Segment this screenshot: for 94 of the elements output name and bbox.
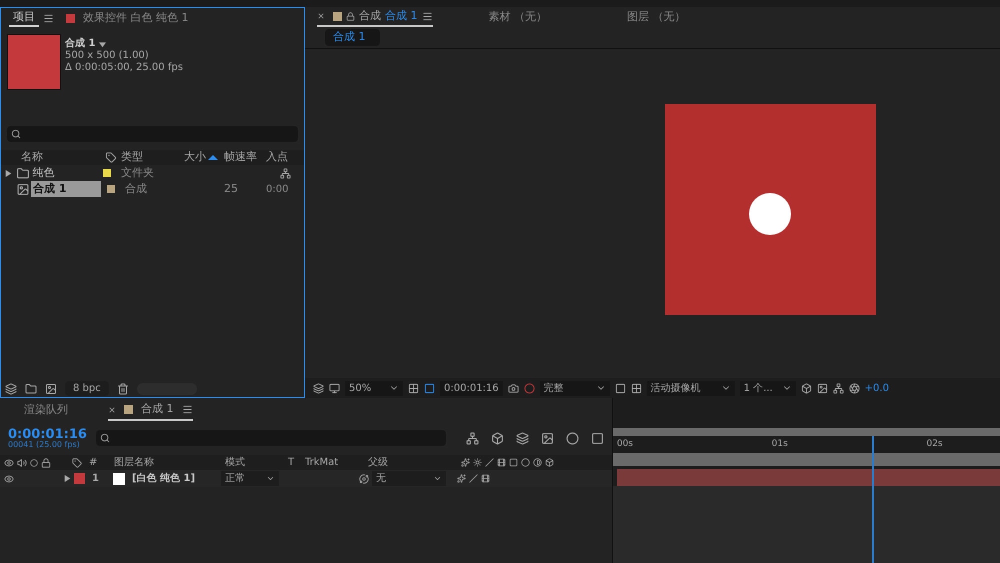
close-icon[interactable] xyxy=(317,12,325,20)
caret-icon[interactable] xyxy=(99,40,106,48)
timeline-tab[interactable]: 合成 1 xyxy=(108,400,192,420)
grid-icon[interactable] xyxy=(408,382,419,394)
trash-icon[interactable] xyxy=(116,382,129,394)
item-name[interactable]: 纯色 xyxy=(30,164,98,182)
camera-icon[interactable] xyxy=(508,382,519,394)
camera-dropdown[interactable]: 活动摄像机 xyxy=(646,380,735,396)
item-name[interactable]: 合成 1 xyxy=(31,180,101,198)
column-header: 图层名称 xyxy=(114,456,155,470)
composition-breadcrumb[interactable]: 合成 1 xyxy=(325,29,380,46)
column-header[interactable]: 名称 xyxy=(1,149,101,166)
layer-number: 1 xyxy=(91,472,100,486)
viewer-tab[interactable]: 图层 （无） xyxy=(603,7,710,27)
composition-dimensions: 500 x 500 (1.00) xyxy=(65,50,150,62)
region-icon[interactable] xyxy=(424,382,435,394)
ruler-label: 01s xyxy=(772,438,788,451)
tab-label: 素材 （无） xyxy=(488,8,547,25)
search-icon xyxy=(11,129,21,139)
column-header: 模式 xyxy=(225,456,246,470)
composition-duration: Δ 0:00:05:00, 25.00 fps xyxy=(65,62,183,74)
column-header[interactable]: 入点 xyxy=(266,149,291,166)
mode-dropdown[interactable]: 正常 xyxy=(221,471,279,486)
label-swatch xyxy=(333,12,342,20)
caret-icon xyxy=(433,474,442,483)
column-header: T xyxy=(288,456,296,470)
playhead[interactable] xyxy=(872,436,874,563)
layers-icon[interactable] xyxy=(313,382,324,394)
lock-icon[interactable] xyxy=(346,12,355,20)
tab-label: 合成 1 xyxy=(385,8,418,24)
bit-depth-button[interactable]: 8 bpc xyxy=(65,381,109,396)
label-icon xyxy=(72,458,82,468)
label-swatch xyxy=(124,405,133,414)
eye-icon[interactable] xyxy=(4,458,14,468)
zoom-dropdown[interactable]: 50% xyxy=(345,380,403,396)
composition-flowchart-icon[interactable] xyxy=(466,432,479,444)
column-header[interactable]: 类型 xyxy=(121,149,184,166)
composition-thumbnail xyxy=(7,34,61,90)
label-swatch[interactable] xyxy=(74,473,85,484)
column-header[interactable]: 大小 xyxy=(184,149,224,166)
monitor-icon[interactable] xyxy=(329,382,340,394)
item-type: 文件夹 xyxy=(120,164,155,181)
viewer-tab[interactable]: 素材 （无） xyxy=(464,7,571,27)
tab-label: 合成 1 xyxy=(141,401,174,418)
transparency-grid-icon[interactable] xyxy=(630,382,642,394)
in-point: 0:00 xyxy=(266,184,288,194)
parent-dropdown[interactable]: 无 xyxy=(372,471,446,486)
viewer-tab[interactable]: 合成 合成 1 xyxy=(317,7,432,27)
menu-icon[interactable] xyxy=(182,404,192,415)
tab-prefix: 合成 xyxy=(359,8,381,24)
flowchart-icon[interactable] xyxy=(832,382,844,394)
solo-icon[interactable] xyxy=(30,458,38,466)
ruler-label: 02s xyxy=(926,438,943,451)
frame-info: 00041 (25.00 fps) xyxy=(8,440,81,448)
composition-name[interactable]: 合成 1 xyxy=(65,38,183,50)
folder-icon xyxy=(14,166,31,180)
panel-tab[interactable]: 项目 xyxy=(9,8,39,28)
solid-swatch xyxy=(113,472,125,484)
exposure-value[interactable]: +0.0 xyxy=(864,380,889,396)
views-dropdown[interactable]: 1 个... xyxy=(740,380,796,396)
column-header: # xyxy=(88,456,98,470)
tab-label: 图层 （无） xyxy=(627,8,686,25)
current-time[interactable]: 0:00:01:16 xyxy=(8,428,88,440)
time-display[interactable]: 0:00:01:16 xyxy=(440,380,503,396)
panel-tab[interactable]: 效果控件 白色 纯色 1 xyxy=(79,10,192,26)
composition-icon xyxy=(15,182,31,196)
new-folder-icon[interactable] xyxy=(25,382,37,394)
search-icon xyxy=(100,433,110,443)
draft-3d-icon[interactable] xyxy=(491,432,504,444)
column-header: TrkMat xyxy=(305,456,340,470)
search-field[interactable] xyxy=(7,126,298,142)
caret-icon xyxy=(266,474,275,483)
ruler-label: 00s xyxy=(616,438,634,451)
visibility-icon[interactable] xyxy=(4,474,14,484)
column-header[interactable]: 帧速率 xyxy=(224,149,266,166)
expand-arrow-icon[interactable] xyxy=(5,170,12,176)
frame-rate: 25 xyxy=(224,182,238,195)
column-header: 父级 xyxy=(368,456,389,470)
expand-arrow-icon[interactable] xyxy=(64,475,71,482)
sort-arrow-icon xyxy=(208,155,218,160)
lock-icon[interactable] xyxy=(41,458,51,468)
item-type: 合成 xyxy=(124,180,148,197)
audio-icon[interactable] xyxy=(17,458,27,468)
menu-icon[interactable] xyxy=(43,12,54,24)
flowchart-icon xyxy=(280,168,291,178)
search-field[interactable] xyxy=(96,430,446,446)
layer-name[interactable]: [白色 纯色 1] xyxy=(128,471,218,486)
exposure-icon[interactable] xyxy=(848,382,860,394)
label-swatch xyxy=(66,14,75,22)
3d-layer-icon xyxy=(545,458,554,467)
menu-icon[interactable] xyxy=(422,10,432,22)
resolution-dropdown[interactable]: 完整 xyxy=(540,380,610,396)
pick-whip-icon[interactable] xyxy=(359,474,369,484)
close-icon[interactable] xyxy=(108,406,116,414)
